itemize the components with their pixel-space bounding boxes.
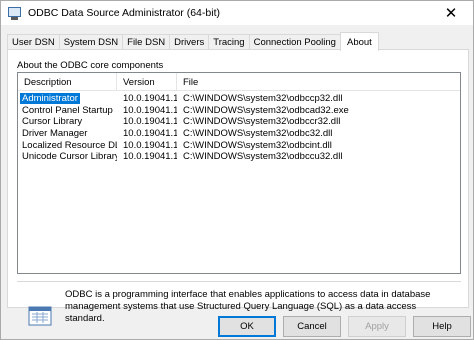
tab-strip: User DSN System DSN File DSN Drivers Tra… [7, 32, 379, 51]
row-description: Driver Manager [22, 128, 88, 140]
info-divider [17, 281, 461, 282]
row-description: Unicode Cursor Library [22, 151, 117, 163]
row-file: C:\WINDOWS\system32\odbcad32.exe [183, 104, 349, 116]
row-description: Administrator [20, 93, 80, 105]
cancel-button[interactable]: Cancel [283, 316, 341, 337]
about-panel: About the ODBC core components Descripti… [7, 49, 469, 326]
row-file: C:\WINDOWS\system32\odbcint.dll [183, 139, 332, 151]
apply-button[interactable]: Apply [348, 316, 406, 337]
list-row-localized-resource-dll[interactable]: Localized Resource DLL 10.0.19041.1 C:\W… [18, 139, 460, 151]
row-file: C:\WINDOWS\system32\odbccr32.dll [183, 116, 341, 128]
list-header: Description Version File [18, 73, 460, 91]
row-description: Localized Resource DLL [22, 139, 117, 151]
tab-connection-pooling[interactable]: Connection Pooling [248, 34, 341, 50]
column-header-description[interactable]: Description [18, 73, 117, 91]
tab-about[interactable]: About [339, 32, 379, 51]
row-version: 10.0.19041.1 [123, 93, 177, 105]
list-row-control-panel-startup[interactable]: Control Panel Startup 10.0.19041.1 C:\WI… [18, 105, 460, 117]
help-button[interactable]: Help [413, 316, 471, 337]
close-button[interactable]: ✕ [429, 1, 473, 25]
tab-drivers[interactable]: Drivers [169, 34, 210, 50]
list-row-cursor-library[interactable]: Cursor Library 10.0.19041.1 C:\WINDOWS\s… [18, 116, 460, 128]
components-group-label: About the ODBC core components [17, 60, 166, 71]
odbc-app-icon [8, 6, 21, 20]
odbc-admin-window: ODBC Data Source Administrator (64-bit) … [0, 0, 474, 340]
list-row-administrator[interactable]: Administrator 10.0.19041.1 C:\WINDOWS\sy… [18, 93, 460, 105]
row-version: 10.0.19041.1 [123, 104, 177, 116]
row-version: 10.0.19041.1 [123, 151, 177, 163]
column-header-version[interactable]: Version [117, 73, 177, 91]
dialog-buttons: OK Cancel Apply Help [1, 316, 474, 338]
components-list[interactable]: Description Version File Administrator 1… [17, 72, 461, 274]
row-version: 10.0.19041.1 [123, 128, 177, 140]
title-bar[interactable]: ODBC Data Source Administrator (64-bit) … [1, 1, 473, 25]
window-title: ODBC Data Source Administrator (64-bit) [28, 7, 220, 19]
ok-button[interactable]: OK [218, 316, 276, 337]
tab-file-dsn[interactable]: File DSN [122, 34, 171, 50]
info-section: ODBC is a programming interface that ena… [17, 281, 461, 324]
row-version: 10.0.19041.1 [123, 139, 177, 151]
list-row-driver-manager[interactable]: Driver Manager 10.0.19041.1 C:\WINDOWS\s… [18, 128, 460, 140]
column-header-file[interactable]: File [177, 73, 460, 91]
row-description: Control Panel Startup [22, 104, 113, 116]
tab-user-dsn[interactable]: User DSN [7, 34, 60, 50]
row-description: Cursor Library [22, 116, 83, 128]
row-version: 10.0.19041.1 [123, 116, 177, 128]
row-file: C:\WINDOWS\system32\odbccu32.dll [183, 151, 343, 163]
tab-tracing[interactable]: Tracing [208, 34, 250, 50]
row-file: C:\WINDOWS\system32\odbc32.dll [183, 128, 333, 140]
list-row-unicode-cursor-library[interactable]: Unicode Cursor Library 10.0.19041.1 C:\W… [18, 151, 460, 163]
row-file: C:\WINDOWS\system32\odbccp32.dll [183, 93, 343, 105]
tab-system-dsn[interactable]: System DSN [58, 34, 124, 50]
